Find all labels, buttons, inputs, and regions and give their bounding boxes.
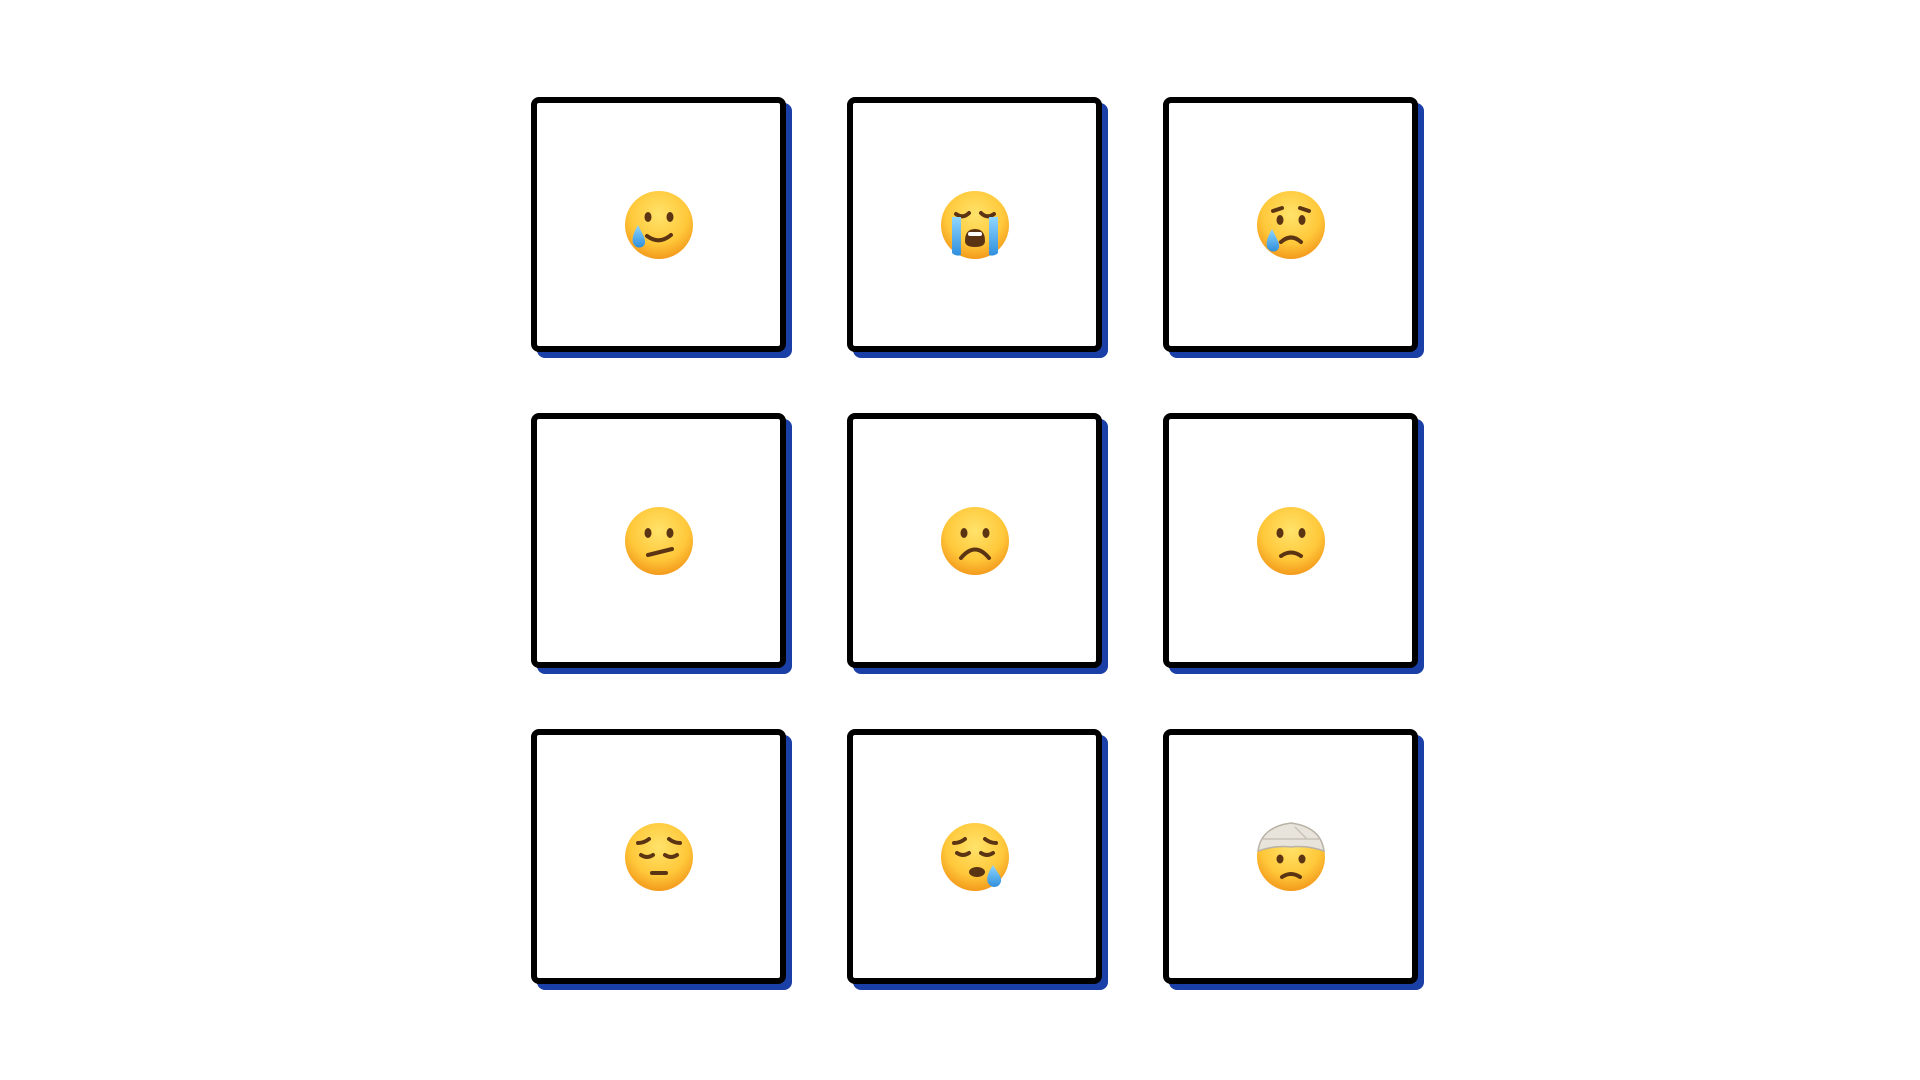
confused-face-icon xyxy=(624,506,693,575)
crying-face-icon xyxy=(1256,190,1325,259)
emoji-tile-1[interactable] xyxy=(531,97,786,352)
emoji-tile-8[interactable] xyxy=(847,729,1102,984)
emoji-tile-6[interactable] xyxy=(1163,413,1418,668)
emoji-tile-7[interactable] xyxy=(531,729,786,984)
emoji-tile-5[interactable] xyxy=(847,413,1102,668)
loudly-crying-face-icon xyxy=(940,190,1009,259)
emoji-grid xyxy=(531,97,1419,987)
emoji-tile-9[interactable] xyxy=(1163,729,1418,984)
smiling-face-with-tear-icon xyxy=(624,190,693,259)
emoji-tile-3[interactable] xyxy=(1163,97,1418,352)
sleepy-face-icon xyxy=(940,822,1009,891)
frowning-face-icon xyxy=(940,506,1009,575)
pensive-face-icon xyxy=(624,822,693,891)
emoji-tile-2[interactable] xyxy=(847,97,1102,352)
emoji-tile-4[interactable] xyxy=(531,413,786,668)
slightly-frowning-face-icon xyxy=(1256,506,1325,575)
face-with-head-bandage-icon xyxy=(1256,821,1325,891)
